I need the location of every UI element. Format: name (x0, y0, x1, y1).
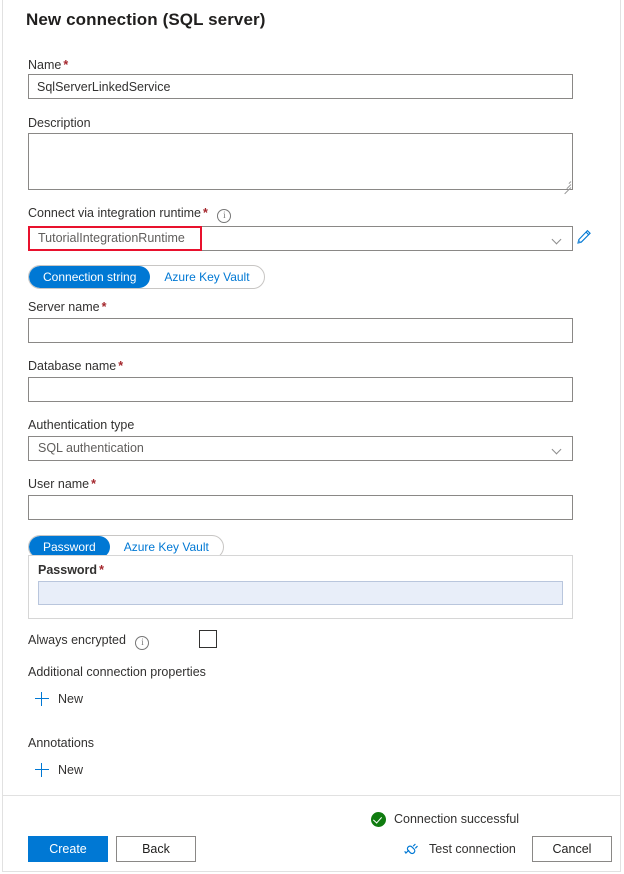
test-connection-button[interactable]: Test connection (402, 838, 516, 860)
status-text: Connection successful (394, 812, 519, 826)
toggle-option-azure-key-vault[interactable]: Azure Key Vault (150, 266, 263, 288)
database-name-label: Database name* (28, 359, 123, 373)
footer-divider (3, 795, 620, 796)
plus-icon (35, 692, 49, 706)
add-connection-property-button[interactable]: New (35, 690, 83, 708)
additional-connection-properties-label: Additional connection properties (28, 665, 206, 679)
new-connection-dialog: New connection (SQL server) Name* Descri… (2, 0, 621, 872)
required-asterisk: * (102, 300, 107, 314)
add-annotation-button[interactable]: New (35, 761, 83, 779)
required-asterisk: * (63, 58, 68, 72)
description-textarea[interactable] (28, 133, 573, 190)
back-button[interactable]: Back (116, 836, 196, 862)
new-label: New (58, 763, 83, 777)
new-label: New (58, 692, 83, 706)
info-icon[interactable]: i (217, 209, 231, 223)
status-badge: Connection successful (371, 810, 519, 828)
chevron-down-icon (553, 236, 562, 245)
description-label: Description (28, 116, 91, 130)
authentication-type-value: SQL authentication (38, 441, 144, 455)
name-label: Name* (28, 58, 68, 72)
server-name-input[interactable] (28, 318, 573, 343)
authentication-type-dropdown[interactable]: SQL authentication (28, 436, 573, 461)
password-input[interactable] (38, 581, 563, 605)
auth-source-toggle[interactable]: Connection string Azure Key Vault (28, 265, 265, 289)
page-title: New connection (SQL server) (26, 10, 266, 30)
check-circle-icon (371, 812, 386, 827)
dialog-body: New connection (SQL server) Name* Descri… (3, 0, 620, 795)
integration-runtime-dropdown[interactable]: TutorialIntegrationRuntime (28, 226, 573, 251)
database-name-input[interactable] (28, 377, 573, 402)
user-name-input[interactable] (28, 495, 573, 520)
toggle-option-connection-string[interactable]: Connection string (29, 266, 150, 288)
cancel-button[interactable]: Cancel (532, 836, 612, 862)
info-icon[interactable]: i (135, 636, 149, 650)
password-label: Password* (38, 563, 104, 577)
required-asterisk: * (203, 206, 208, 220)
required-asterisk: * (91, 477, 96, 491)
test-connection-label: Test connection (429, 842, 516, 856)
create-button[interactable]: Create (28, 836, 108, 862)
name-input[interactable] (28, 74, 573, 99)
pencil-edit-icon[interactable] (575, 228, 593, 246)
required-asterisk: * (118, 359, 123, 373)
plug-connector-icon (402, 841, 420, 857)
integration-runtime-value: TutorialIntegrationRuntime (38, 231, 185, 245)
user-name-label: User name* (28, 477, 96, 491)
integration-runtime-label: Connect via integration runtime* i (28, 206, 231, 222)
always-encrypted-checkbox[interactable] (199, 630, 217, 648)
plus-icon (35, 763, 49, 777)
authentication-type-label: Authentication type (28, 418, 134, 432)
annotations-label: Annotations (28, 736, 94, 750)
required-asterisk: * (99, 563, 104, 577)
always-encrypted-label: Always encrypted i (28, 633, 149, 649)
server-name-label: Server name* (28, 300, 106, 314)
chevron-down-icon (553, 446, 562, 455)
